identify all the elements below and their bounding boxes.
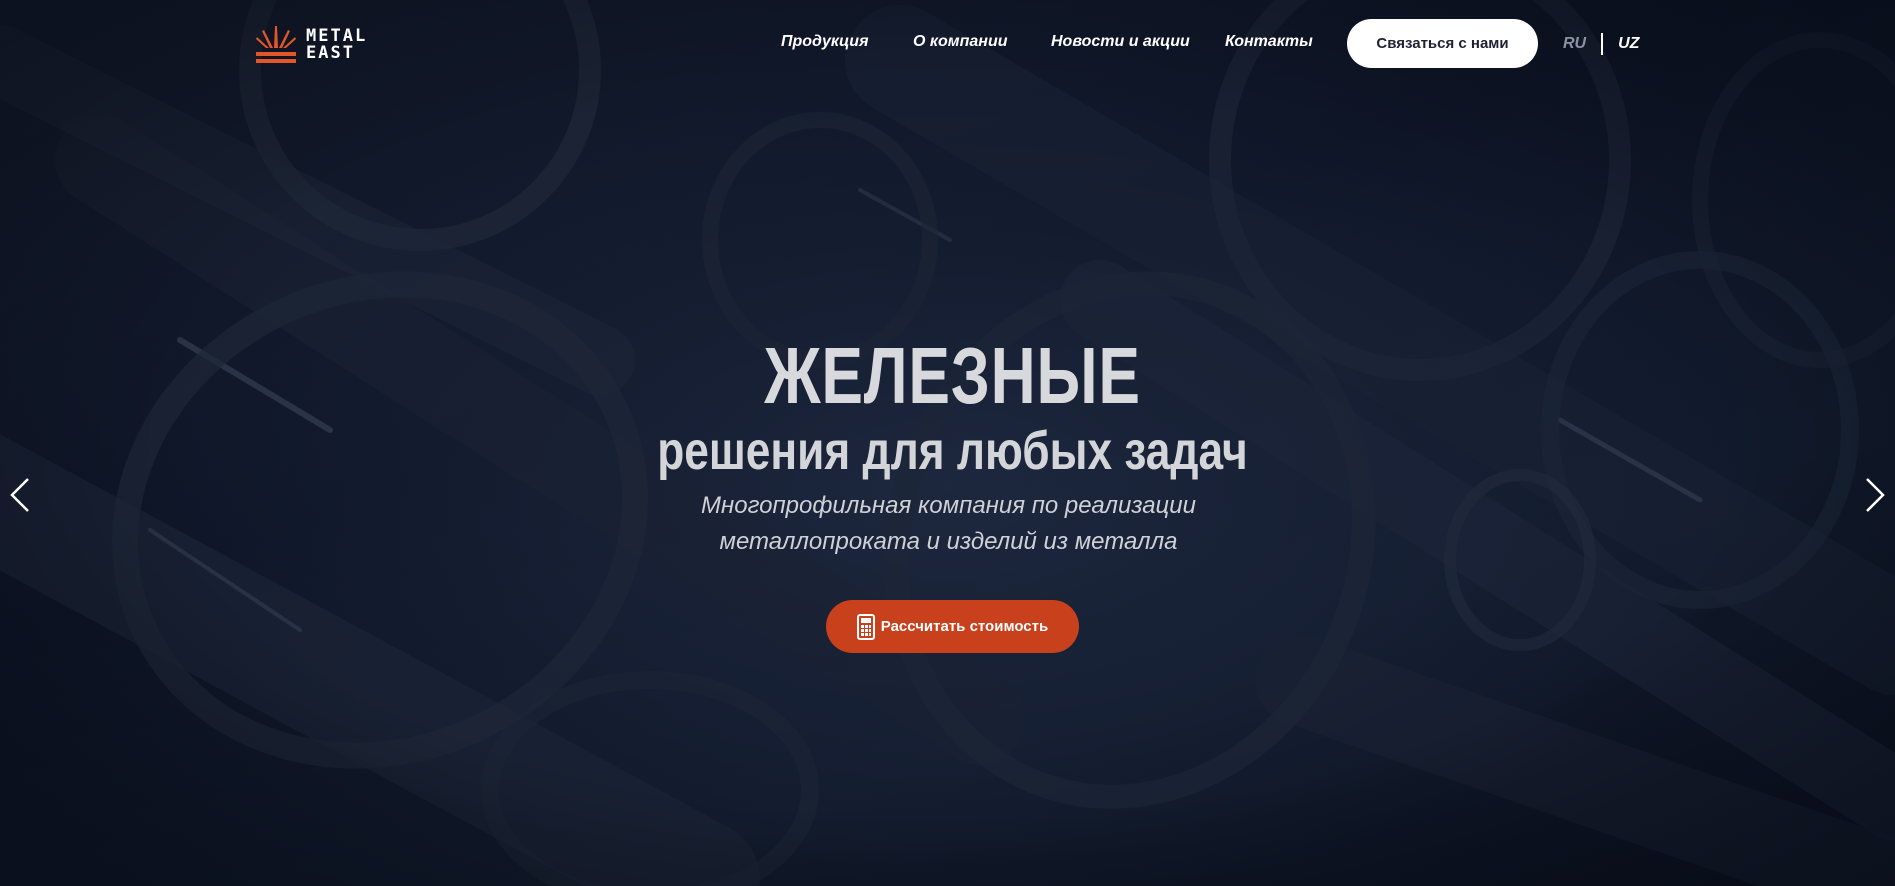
logo-wordmark: METAL EAST xyxy=(306,28,367,62)
language-switcher: RU UZ xyxy=(1563,33,1639,55)
calculate-price-label: Рассчитать стоимость xyxy=(880,618,1049,635)
contact-us-button[interactable]: Связаться с нами xyxy=(1347,19,1538,68)
sunburst-logo-icon xyxy=(256,26,296,63)
calculate-price-button[interactable]: Рассчитать стоимость xyxy=(826,600,1079,653)
nav-link-about[interactable]: О компании xyxy=(913,33,1008,51)
site-logo[interactable]: METAL EAST xyxy=(256,24,412,66)
hero-description-line-2: металлопроката и изделий из металла xyxy=(719,528,1178,555)
hero-subtitle: решения для любых задач xyxy=(657,421,1248,481)
lang-ru[interactable]: RU xyxy=(1563,35,1586,53)
chevron-right-icon xyxy=(1866,478,1885,512)
site-header: METAL EAST Продукция О компании Новости … xyxy=(0,0,1895,86)
nav-link-products[interactable]: Продукция xyxy=(781,33,868,51)
lang-divider xyxy=(1601,33,1604,55)
nav-link-contacts[interactable]: Контакты xyxy=(1225,33,1313,51)
calculator-icon xyxy=(856,613,875,640)
lang-uz[interactable]: UZ xyxy=(1618,35,1639,53)
hero-slider: METAL EAST Продукция О компании Новости … xyxy=(0,0,1895,886)
hero-description: Многопрофильная компания по реализации м… xyxy=(0,488,1895,560)
chevron-left-icon xyxy=(10,478,29,512)
nav-link-news[interactable]: Новости и акции xyxy=(1051,33,1190,51)
hero-title: ЖЕЛЕЗНЫЕ xyxy=(764,331,1141,420)
slider-prev-button[interactable] xyxy=(8,476,32,514)
hero-description-line-1: Многопрофильная компания по реализации xyxy=(701,492,1196,519)
logo-line-2: EAST xyxy=(306,43,355,63)
slider-next-button[interactable] xyxy=(1863,476,1887,514)
